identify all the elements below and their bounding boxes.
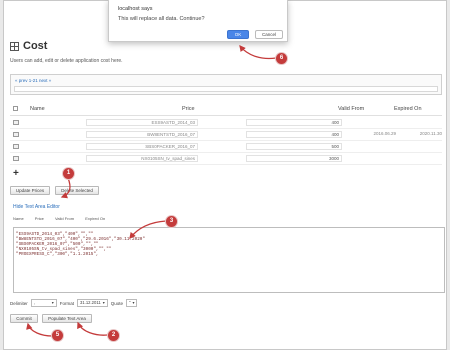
populate-text-area-button[interactable]: Populate Text Area xyxy=(42,314,92,323)
table-header: Name Price Valid From Expired On xyxy=(10,102,442,116)
expired-on-cell[interactable] xyxy=(402,155,442,162)
date-format-value: 31.12.2011 xyxy=(80,300,101,305)
price-cell[interactable]: 3000 xyxy=(246,155,342,162)
annotation-marker-1: 1 xyxy=(63,168,74,179)
dialog-ok-button[interactable]: OK xyxy=(227,30,249,39)
csv-text-area[interactable]: "ESS9ASTD_2014_03","400","","" "BW8ENTST… xyxy=(13,227,445,293)
column-header-expired-on[interactable]: Expired On xyxy=(394,106,422,112)
column-header-price[interactable]: Price xyxy=(182,106,195,112)
editor-column-label: Expired On xyxy=(85,216,106,221)
annotation-marker-5: 5 xyxy=(52,330,63,341)
quote-select[interactable]: " ▾ xyxy=(125,299,138,307)
chevron-down-icon: ▾ xyxy=(102,300,105,305)
valid-from-cell[interactable] xyxy=(352,143,396,150)
table-row: ESS9ASTD_2014_03 400 xyxy=(10,117,442,129)
edit-icon[interactable] xyxy=(13,144,19,149)
editor-column-labels: Name Price Valid From Expired On xyxy=(13,216,115,221)
confirm-dialog: localhost says This will replace all dat… xyxy=(108,0,288,42)
delete-selected-button[interactable]: Delete Selected xyxy=(55,186,99,195)
name-cell[interactable]: BW8ENTSTD_2016_07 xyxy=(86,131,198,138)
date-format-select[interactable]: 31.12.2011 ▾ xyxy=(77,299,108,307)
dialog-message: This will replace all data. Continue? xyxy=(118,16,205,22)
edit-icon[interactable] xyxy=(13,120,19,125)
expired-on-cell[interactable] xyxy=(402,119,442,126)
csv-line: "PROEXPRESS_C","300","1.1.2015", xyxy=(16,252,99,257)
price-cell[interactable]: 500 xyxy=(246,143,342,150)
pager-links[interactable]: « prev 1-21 next » xyxy=(15,78,51,83)
pager-bar xyxy=(14,86,438,92)
select-all-checkbox[interactable] xyxy=(13,106,18,111)
price-cell[interactable]: 400 xyxy=(246,131,342,138)
page-title: Cost xyxy=(10,40,47,52)
name-cell[interactable]: ESS9ASTD_2014_03 xyxy=(86,119,198,126)
annotation-marker-3: 3 xyxy=(166,216,177,227)
name-cell[interactable]: SBS0PACKER_2016_07 xyxy=(86,143,198,150)
format-bar: Delimiter , ▾ Format 31.12.2011 ▾ Quote … xyxy=(10,299,138,307)
edit-icon[interactable] xyxy=(13,132,19,137)
valid-from-cell[interactable] xyxy=(352,155,396,162)
page-title-text: Cost xyxy=(23,40,48,52)
expired-on-cell[interactable]: 2020.11.30 xyxy=(402,131,442,138)
name-cell[interactable]: NX0105SN_tv_spad_sines xyxy=(86,155,198,162)
dialog-cancel-button[interactable]: Cancel xyxy=(255,30,283,39)
table-row: NX0105SN_tv_spad_sines 3000 xyxy=(10,153,442,165)
chevron-down-icon: ▾ xyxy=(51,300,54,305)
format-label: Format xyxy=(59,300,75,306)
delimiter-select[interactable]: , ▾ xyxy=(30,299,57,307)
edit-icon[interactable] xyxy=(13,156,19,161)
commit-button[interactable]: Commit xyxy=(10,314,38,323)
quote-value: " xyxy=(128,300,131,305)
update-prices-button[interactable]: Update Prices xyxy=(10,186,50,195)
delimiter-label: Delimiter xyxy=(10,300,28,306)
valid-from-cell[interactable] xyxy=(352,119,396,126)
editor-column-label: Price xyxy=(34,216,44,221)
column-header-name[interactable]: Name xyxy=(30,106,45,112)
chevron-down-icon: ▾ xyxy=(132,300,135,305)
annotation-marker-2: 2 xyxy=(108,330,119,341)
table-row: SBS0PACKER_2016_07 500 xyxy=(10,141,442,153)
valid-from-cell[interactable]: 2016.06.29 xyxy=(352,131,396,138)
hide-text-area-editor-link[interactable]: Hide Text Area Editor xyxy=(13,204,60,210)
dialog-title: localhost says xyxy=(118,6,153,12)
add-row-icon[interactable]: + xyxy=(13,169,19,179)
delimiter-value: , xyxy=(33,300,35,305)
editor-column-label: Valid From xyxy=(55,216,75,221)
pager-box: « prev 1-21 next » xyxy=(10,74,442,95)
grid-icon xyxy=(10,41,19,51)
quote-label: Quote xyxy=(110,300,123,306)
column-header-valid-from[interactable]: Valid From xyxy=(338,106,364,112)
editor-column-label: Name xyxy=(13,216,24,221)
cost-table: ESS9ASTD_2014_03 400 BW8ENTSTD_2016_07 4… xyxy=(10,117,442,165)
annotation-marker-6: 6 xyxy=(276,53,287,64)
price-cell[interactable]: 400 xyxy=(246,119,342,126)
page-subtitle: Users can add, edit or delete applicatio… xyxy=(10,58,123,64)
expired-on-cell[interactable] xyxy=(402,143,442,150)
table-row: BW8ENTSTD_2016_07 400 2016.06.29 2020.11… xyxy=(10,129,442,141)
